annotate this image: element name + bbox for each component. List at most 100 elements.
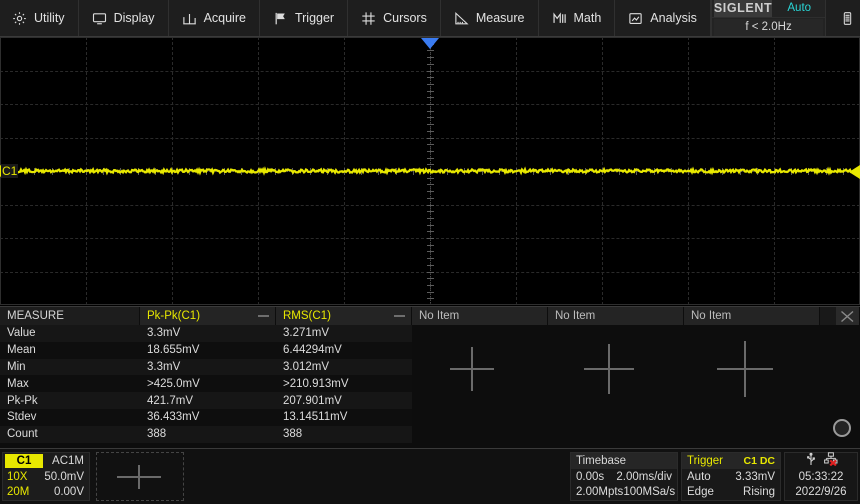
channel-ground-arrow-right[interactable] bbox=[849, 165, 860, 179]
measure-row-label: Min bbox=[7, 360, 26, 373]
channel-1-bandwidth: 20M bbox=[7, 486, 30, 499]
collapse-icon-2[interactable] bbox=[394, 315, 405, 317]
add-measurement-area bbox=[412, 325, 860, 443]
menu-item-measure[interactable]: Measure bbox=[440, 0, 539, 36]
measure-row: Max >425.0mV >210.913mV bbox=[0, 375, 412, 393]
trigger-mode: Auto bbox=[687, 470, 711, 483]
measure-column-label-4: No Item bbox=[555, 310, 596, 322]
measure-value-pkpk: 421.7mV bbox=[147, 394, 194, 407]
siglent-logo: SIGLENT bbox=[713, 0, 773, 17]
system-date: 2022/9/26 bbox=[795, 486, 847, 498]
measure-value-rms: 6.44294mV bbox=[283, 344, 342, 357]
menu-label-trigger: Trigger bbox=[294, 11, 335, 25]
trigger-panel[interactable]: Trigger C1 DC Auto 3.33mV Edge Rising bbox=[681, 452, 781, 501]
trigger-level: 3.33mV bbox=[735, 470, 775, 483]
menu-item-trigger[interactable]: Trigger bbox=[259, 0, 349, 36]
measure-value-pkpk: >425.0mV bbox=[147, 377, 200, 390]
measure-row-label: Max bbox=[7, 377, 29, 390]
ruler-icon bbox=[454, 11, 469, 26]
measure-column-label-5: No Item bbox=[691, 310, 732, 322]
gear-icon bbox=[12, 11, 27, 26]
close-icon bbox=[841, 310, 854, 323]
system-time: 05:33:22 bbox=[798, 471, 844, 483]
add-channel-button[interactable] bbox=[96, 452, 184, 501]
timebase-delay: 0.00s bbox=[576, 470, 605, 483]
status-brand-block: SIGLENT Auto f < 2.0Hz bbox=[710, 0, 827, 36]
trigger-slope: Rising bbox=[743, 486, 775, 499]
timebase-panel[interactable]: Timebase 0.00s 2.00ms/div 2.00Mpts 100MS… bbox=[570, 452, 678, 501]
measure-header-row: MEASURE Pk-Pk(C1) RMS(C1) No Item No Ite… bbox=[0, 307, 860, 325]
measure-column-header-3[interactable]: No Item bbox=[412, 307, 548, 325]
menu-item-cursors[interactable]: Cursors bbox=[348, 0, 441, 36]
channel-1-trace bbox=[0, 37, 860, 305]
measure-value-pkpk: 3.3mV bbox=[147, 360, 181, 373]
measure-row: Min 3.3mV 3.012mV bbox=[0, 358, 412, 376]
measure-value-rms: >210.913mV bbox=[283, 377, 349, 390]
bottom-status-bar: C1 AC1M 10X 50.0mV 20M 0.00V Timebase 0.… bbox=[0, 448, 860, 504]
measure-value-rms: 3.012mV bbox=[283, 360, 330, 373]
close-measure-panel-button[interactable] bbox=[836, 307, 860, 325]
measure-column-header-4[interactable]: No Item bbox=[548, 307, 684, 325]
timebase-memory: 2.00Mpts bbox=[576, 486, 624, 499]
menu-item-acquire[interactable]: Acquire bbox=[168, 0, 260, 36]
measure-row-label: Count bbox=[7, 428, 38, 441]
timebase-title: Timebase bbox=[576, 454, 627, 467]
top-menu-bar: Utility Display Acquire Trigger Cursors … bbox=[0, 0, 860, 37]
system-status-panel: 05:33:22 2022/9/26 bbox=[784, 452, 858, 501]
menu-item-display[interactable]: Display bbox=[78, 0, 169, 36]
channel-1-scale: 50.0mV bbox=[44, 470, 84, 483]
menu-label-utility: Utility bbox=[34, 11, 65, 25]
measure-row-label: Stdev bbox=[7, 411, 37, 424]
collapse-icon-1[interactable] bbox=[258, 315, 269, 317]
monitor-icon bbox=[92, 11, 107, 26]
channel-1-tag[interactable]: C1 bbox=[5, 454, 43, 469]
trigger-title: Trigger bbox=[687, 454, 723, 467]
flag-icon bbox=[273, 11, 288, 26]
trigger-source: C1 DC bbox=[743, 454, 775, 467]
usb-icon[interactable] bbox=[805, 452, 817, 471]
timebase-samplerate: 100MSa/s bbox=[623, 486, 676, 499]
menu-label-measure: Measure bbox=[475, 11, 525, 25]
math-icon bbox=[552, 11, 567, 26]
measure-value-rms: 13.14511mV bbox=[283, 411, 348, 424]
menu-label-cursors: Cursors bbox=[383, 11, 427, 25]
menu-item-math[interactable]: Math bbox=[538, 0, 616, 36]
measure-row: Count 388 388 bbox=[0, 425, 412, 443]
add-measurement-button-4[interactable] bbox=[584, 344, 634, 394]
channel-1-offset: 0.00V bbox=[53, 486, 84, 499]
add-measurement-button-5[interactable] bbox=[717, 341, 773, 397]
measure-title: MEASURE bbox=[0, 307, 140, 325]
measure-row: Mean 18.655mV 6.44294mV bbox=[0, 341, 412, 359]
measure-row-label: Mean bbox=[7, 344, 36, 357]
refresh-icon[interactable] bbox=[833, 418, 851, 437]
measure-column-header-5[interactable]: No Item bbox=[684, 307, 820, 325]
menu-item-utility[interactable]: Utility bbox=[0, 0, 79, 36]
menu-item-analysis[interactable]: Analysis bbox=[615, 0, 711, 36]
measure-column-header-2[interactable]: RMS(C1) bbox=[276, 307, 412, 325]
trigger-mode-status: Auto bbox=[787, 2, 812, 14]
measure-value-pkpk: 18.655mV bbox=[147, 344, 200, 357]
channel-1-coupling: AC1M bbox=[52, 454, 84, 467]
waveform-display[interactable]: C1 bbox=[0, 37, 860, 305]
trigger-type: Edge bbox=[687, 486, 714, 499]
save-button[interactable]: SAVE bbox=[826, 0, 860, 36]
channel-1-probe: 10X bbox=[7, 470, 28, 483]
measure-value-rms: 207.901mV bbox=[283, 394, 342, 407]
storage-icon bbox=[840, 11, 855, 26]
menu-label-display: Display bbox=[113, 11, 155, 25]
channel-1-settings-box[interactable]: C1 AC1M 10X 50.0mV 20M 0.00V bbox=[2, 452, 90, 501]
measure-row-label: Value bbox=[7, 327, 36, 340]
measure-value-pkpk: 3.3mV bbox=[147, 327, 181, 340]
lan-disconnected-icon[interactable] bbox=[823, 452, 838, 471]
measure-column-label-2: RMS(C1) bbox=[283, 310, 331, 322]
measure-row: Value 3.3mV 3.271mV bbox=[0, 325, 412, 342]
add-measurement-button-3[interactable] bbox=[450, 347, 494, 391]
analysis-icon bbox=[628, 11, 643, 26]
measure-row-label: Pk-Pk bbox=[7, 394, 38, 407]
measure-column-header-1[interactable]: Pk-Pk(C1) bbox=[140, 307, 276, 325]
channel-1-marker[interactable]: C1 bbox=[1, 164, 19, 178]
menu-label-acquire: Acquire bbox=[203, 11, 246, 25]
crosshair-grid-icon bbox=[361, 11, 376, 26]
measure-row: Stdev 36.433mV 13.14511mV bbox=[0, 408, 412, 426]
measure-panel: MEASURE Pk-Pk(C1) RMS(C1) No Item No Ite… bbox=[0, 306, 860, 448]
